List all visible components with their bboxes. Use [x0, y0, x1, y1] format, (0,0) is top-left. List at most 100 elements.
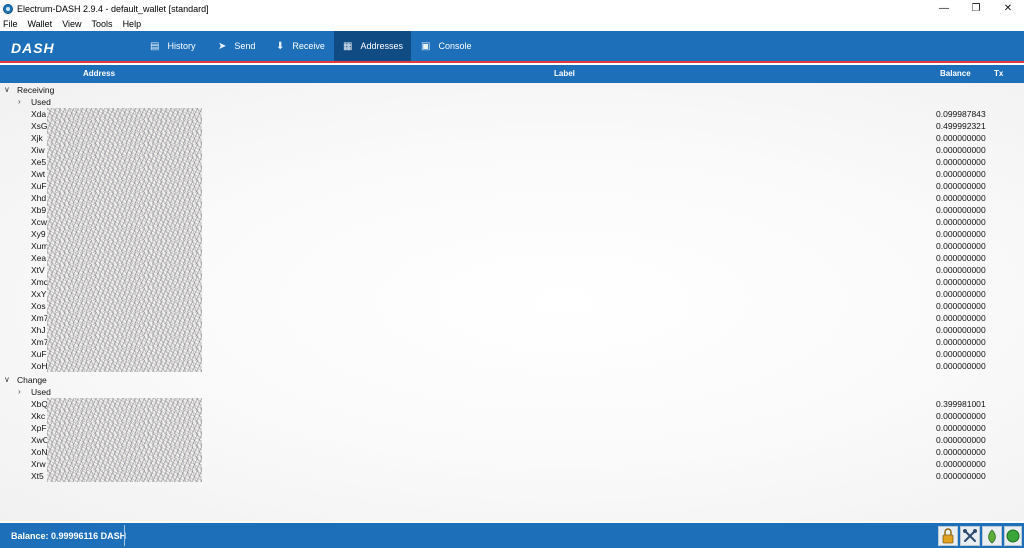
address-prefix: Xrw	[31, 459, 46, 469]
address-prefix: Xda	[31, 109, 47, 119]
tab-receive[interactable]: ⬇ Receive	[276, 31, 332, 61]
address-row[interactable]: Xum 0.00000000 0	[0, 240, 1024, 252]
address-balance: 0.00000000	[936, 169, 981, 179]
address-prefix: Xb9	[31, 205, 47, 215]
address-tx-count: 0	[981, 169, 986, 179]
address-row[interactable]: XsG 0.49999232 1	[0, 120, 1024, 132]
menu-wallet[interactable]: Wallet	[28, 19, 53, 29]
tab-addresses[interactable]: ▦ Addresses	[334, 31, 411, 61]
address-row[interactable]: Xos 0.00000000 0	[0, 300, 1024, 312]
address-row[interactable]: Xjk 0.00000000 0	[0, 132, 1024, 144]
address-row[interactable]: XuF 0.00000000 0	[0, 180, 1024, 192]
tab-history-label: History	[167, 41, 196, 51]
history-icon: ▤	[150, 40, 160, 52]
address-tx-count: 3	[981, 109, 986, 119]
column-header-label[interactable]: Label	[554, 69, 575, 78]
address-tx-count: 0	[981, 459, 986, 469]
menu-view[interactable]: View	[62, 19, 81, 29]
redacted-address	[47, 228, 202, 240]
tab-send[interactable]: ➤ Send	[218, 31, 268, 61]
change-used-group[interactable]: › Used	[0, 386, 1024, 398]
chevron-down-icon[interactable]: ∨	[4, 84, 10, 96]
close-button[interactable]: ✕	[992, 0, 1024, 17]
electrum-dash-app-icon	[3, 3, 13, 14]
address-row[interactable]: XhJ 0.00000000 0	[0, 324, 1024, 336]
address-balance: 0.00000000	[936, 361, 981, 371]
address-prefix: XhJ	[31, 325, 46, 335]
address-row[interactable]: Xmd 0.00000000 0	[0, 276, 1024, 288]
address-balance: 0.00000000	[936, 435, 981, 445]
receiving-used-group[interactable]: › Used	[0, 96, 1024, 108]
redacted-address	[47, 216, 202, 228]
address-row[interactable]: Xm7 0.00000000 0	[0, 336, 1024, 348]
address-tx-count: 0	[981, 447, 986, 457]
lock-icon[interactable]	[938, 526, 958, 546]
redacted-address	[47, 360, 202, 372]
address-row[interactable]: XtV 0.00000000 0	[0, 264, 1024, 276]
address-prefix: XbQ	[31, 399, 49, 409]
tab-history[interactable]: ▤ History	[150, 31, 210, 61]
minimize-button[interactable]: —	[928, 0, 960, 17]
chevron-down-icon[interactable]: ∨	[4, 374, 10, 386]
address-row[interactable]: Xea 0.00000000 0	[0, 252, 1024, 264]
address-tx-count: 0	[981, 205, 986, 215]
address-row[interactable]: Xb9 0.00000000 0	[0, 204, 1024, 216]
address-tx-count: 0	[981, 435, 986, 445]
change-group[interactable]: ∨ Change	[0, 374, 1024, 386]
address-prefix: Xos	[31, 301, 46, 311]
addresses-icon: ▦	[343, 40, 353, 52]
menu-tools[interactable]: Tools	[92, 19, 113, 29]
address-row[interactable]: XwC 0.00000000 0	[0, 434, 1024, 446]
column-header-balance[interactable]: Balance	[940, 69, 971, 78]
address-prefix: Xm7	[31, 337, 49, 347]
address-row[interactable]: Xt5 0.00000000 0	[0, 470, 1024, 482]
redacted-address	[47, 252, 202, 264]
address-row[interactable]: Xiw 0.00000000 0	[0, 144, 1024, 156]
address-tx-count: 0	[981, 133, 986, 143]
address-row[interactable]: Xhd 0.00000000 0	[0, 192, 1024, 204]
address-row[interactable]: Xda 0.09998784 3	[0, 108, 1024, 120]
address-tx-count: 0	[981, 145, 986, 155]
address-tx-count: 0	[981, 423, 986, 433]
address-tx-count: 0	[981, 157, 986, 167]
address-prefix: XxY	[31, 289, 47, 299]
address-row[interactable]: XxY 0.00000000 0	[0, 288, 1024, 300]
address-row[interactable]: Xrw 0.00000000 0	[0, 458, 1024, 470]
address-balance: 0.09998784	[936, 109, 981, 119]
address-prefix: Xmd	[31, 277, 49, 287]
address-row[interactable]: XoH 0.00000000 0	[0, 360, 1024, 372]
address-prefix: XoN	[31, 447, 48, 457]
address-tree[interactable]: ∨ Receiving › Used Xda 0.09998784 3 XsG 0.49…	[0, 83, 1024, 521]
address-row[interactable]: XbQ 0.39998100 1	[0, 398, 1024, 410]
address-row[interactable]: Xy9 0.00000000 0	[0, 228, 1024, 240]
change-used-label: Used	[31, 387, 51, 397]
address-tx-count: 0	[981, 265, 986, 275]
seed-icon[interactable]	[982, 526, 1002, 546]
address-row[interactable]: Xm7 0.00000000 0	[0, 312, 1024, 324]
address-row[interactable]: Xe5 0.00000000 0	[0, 156, 1024, 168]
address-row[interactable]: XoN 0.00000000 0	[0, 446, 1024, 458]
address-row[interactable]: Xkc 0.00000000 0	[0, 410, 1024, 422]
menu-help[interactable]: Help	[123, 19, 142, 29]
menu-file[interactable]: File	[3, 19, 18, 29]
chevron-right-icon[interactable]: ›	[18, 386, 21, 398]
address-row[interactable]: Xcw 0.00000000 0	[0, 216, 1024, 228]
address-balance: 0.00000000	[936, 253, 981, 263]
redacted-address	[47, 336, 202, 348]
maximize-button[interactable]: ❐	[960, 0, 992, 17]
receiving-group[interactable]: ∨ Receiving	[0, 84, 1024, 96]
tab-send-label: Send	[234, 41, 256, 51]
column-header-tx[interactable]: Tx	[994, 69, 1003, 78]
address-row[interactable]: XuF 0.00000000 0	[0, 348, 1024, 360]
address-balance: 0.00000000	[936, 217, 981, 227]
network-status-icon[interactable]	[1004, 526, 1022, 546]
address-row[interactable]: XpF 0.00000000 0	[0, 422, 1024, 434]
redacted-address	[47, 324, 202, 336]
column-header-address[interactable]: Address	[83, 69, 115, 78]
address-tx-count: 0	[981, 193, 986, 203]
address-balance: 0.49999232	[936, 121, 981, 131]
tools-icon[interactable]	[960, 526, 980, 546]
address-row[interactable]: Xwt 0.00000000 0	[0, 168, 1024, 180]
chevron-right-icon[interactable]: ›	[18, 96, 21, 108]
tab-console[interactable]: ▣ Console	[421, 31, 481, 61]
